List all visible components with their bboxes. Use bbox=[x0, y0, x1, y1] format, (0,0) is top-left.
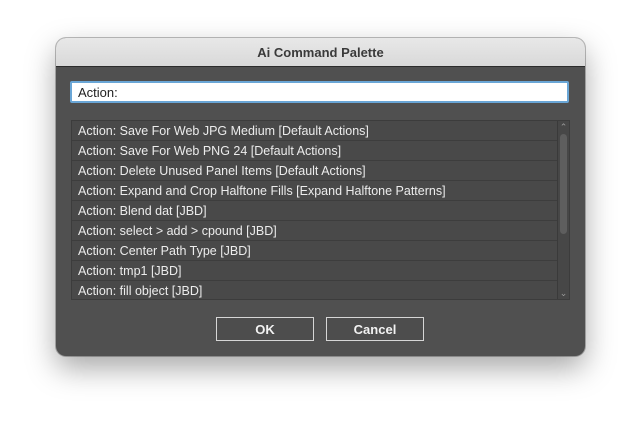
scrollbar-thumb[interactable] bbox=[560, 134, 567, 234]
list-item[interactable]: Action: Delete Unused Panel Items [Defau… bbox=[72, 161, 558, 181]
list-item[interactable]: Action: select > add > cpound [JBD] bbox=[72, 221, 558, 241]
list-item[interactable]: Action: fill object [JBD] bbox=[72, 281, 558, 299]
chevron-up-icon[interactable]: ⌃ bbox=[558, 122, 569, 132]
ok-button[interactable]: OK bbox=[216, 317, 314, 341]
list-item[interactable]: Action: Blend dat [JBD] bbox=[72, 201, 558, 221]
list-item[interactable]: Action: Save For Web PNG 24 [Default Act… bbox=[72, 141, 558, 161]
desktop-background: Ai Command Palette Action: Save For Web … bbox=[0, 0, 642, 432]
cancel-button[interactable]: Cancel bbox=[326, 317, 424, 341]
search-input[interactable] bbox=[70, 81, 569, 103]
dialog-titlebar: Ai Command Palette bbox=[56, 38, 585, 67]
list-item[interactable]: Action: Expand and Crop Halftone Fills [… bbox=[72, 181, 558, 201]
dialog-title: Ai Command Palette bbox=[257, 44, 384, 60]
results-rows: Action: Save For Web JPG Medium [Default… bbox=[72, 121, 558, 299]
results-scrollbar[interactable]: ⌃ ⌄ bbox=[557, 121, 569, 299]
list-item[interactable]: Action: Center Path Type [JBD] bbox=[72, 241, 558, 261]
list-item[interactable]: Action: Save For Web JPG Medium [Default… bbox=[72, 121, 558, 141]
list-item[interactable]: Action: tmp1 [JBD] bbox=[72, 261, 558, 281]
chevron-down-icon[interactable]: ⌄ bbox=[558, 288, 569, 298]
command-palette-dialog: Ai Command Palette Action: Save For Web … bbox=[56, 38, 585, 356]
results-list[interactable]: Action: Save For Web JPG Medium [Default… bbox=[71, 120, 570, 300]
